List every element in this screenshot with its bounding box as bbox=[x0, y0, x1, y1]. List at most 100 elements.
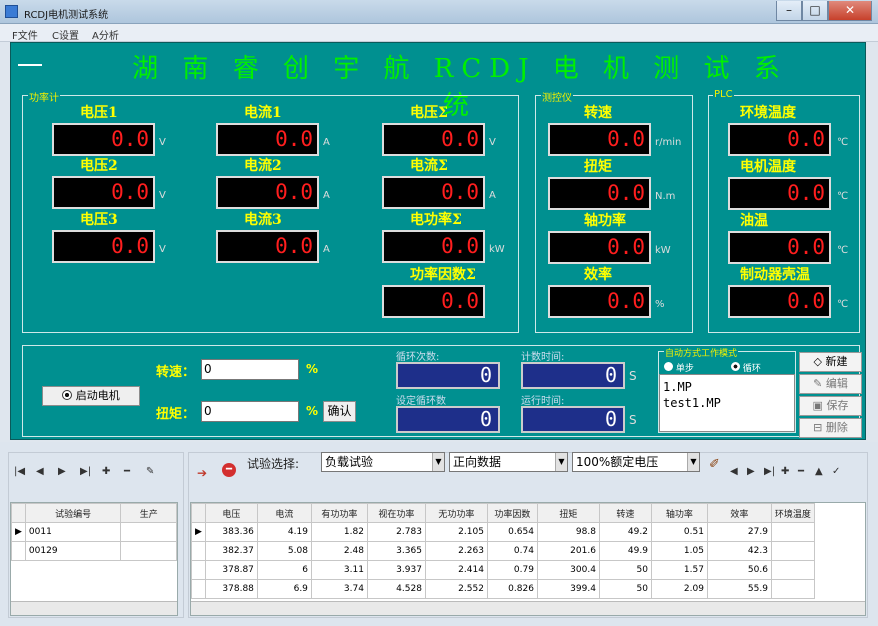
move-up-icon[interactable]: ▲ bbox=[815, 466, 823, 477]
column-header[interactable]: 试验编号 bbox=[24, 503, 122, 523]
collapse-dash[interactable] bbox=[18, 64, 42, 66]
next-record-icon[interactable]: ▶ bbox=[747, 466, 755, 477]
delete-button[interactable]: ⊟ 删除 bbox=[799, 418, 862, 438]
list-item[interactable]: 1.MP bbox=[663, 379, 791, 395]
list-item[interactable]: test1.MP bbox=[663, 395, 791, 411]
left-scrollbar[interactable] bbox=[11, 601, 177, 615]
table-cell[interactable]: 4.528 bbox=[366, 579, 426, 599]
table-cell[interactable]: 1.05 bbox=[650, 541, 708, 561]
table-cell[interactable]: 50.6 bbox=[706, 560, 772, 580]
data-direction-select[interactable]: 正向数据 ▼ bbox=[449, 452, 568, 472]
table-cell[interactable]: 382.37 bbox=[204, 541, 258, 561]
table-cell[interactable]: 98.8 bbox=[536, 522, 600, 542]
table-cell[interactable]: 0.654 bbox=[486, 522, 538, 542]
table-cell[interactable]: 2.105 bbox=[424, 522, 488, 542]
table-cell[interactable]: 3.74 bbox=[310, 579, 368, 599]
new-button[interactable]: ◇ 新建 bbox=[799, 352, 862, 372]
check-icon[interactable]: ✓ bbox=[832, 466, 840, 477]
table-row[interactable]: 382.37 5.08 2.48 3.365 2.263 0.74 201.6 49.9 1.0… bbox=[191, 541, 815, 561]
next-record-icon[interactable]: ▶ bbox=[58, 466, 66, 477]
table-cell[interactable]: 3.11 bbox=[310, 560, 368, 580]
table-cell[interactable]: 2.48 bbox=[310, 541, 368, 561]
table-cell[interactable]: 201.6 bbox=[536, 541, 600, 561]
table-cell[interactable]: 300.4 bbox=[536, 560, 600, 580]
table-cell[interactable]: 0.79 bbox=[486, 560, 538, 580]
column-header[interactable]: 电流 bbox=[256, 503, 312, 523]
prev-record-icon[interactable]: ◀ bbox=[36, 466, 44, 477]
table-cell[interactable]: 378.87 bbox=[204, 560, 258, 580]
table-cell[interactable]: 00129 bbox=[24, 541, 122, 561]
menu-settings[interactable]: C设置 bbox=[52, 27, 79, 42]
column-header[interactable]: 视在功率 bbox=[366, 503, 426, 523]
table-cell[interactable]: 2.783 bbox=[366, 522, 426, 542]
column-header[interactable]: 有功功率 bbox=[310, 503, 368, 523]
table-cell[interactable]: 49.9 bbox=[598, 541, 652, 561]
last-record-icon[interactable]: ▶| bbox=[764, 466, 775, 477]
torque-input[interactable]: 0 bbox=[201, 401, 299, 422]
remove-record-icon[interactable]: ━ bbox=[124, 466, 130, 477]
table-cell[interactable]: 4.19 bbox=[256, 522, 312, 542]
table-cell[interactable]: 0.51 bbox=[650, 522, 708, 542]
right-scrollbar[interactable] bbox=[191, 601, 865, 615]
table-cell[interactable] bbox=[770, 522, 815, 542]
table-cell[interactable] bbox=[770, 579, 815, 599]
table-cell[interactable]: 2.414 bbox=[424, 560, 488, 580]
column-header[interactable]: 无功功率 bbox=[424, 503, 488, 523]
table-cell[interactable]: 5.08 bbox=[256, 541, 312, 561]
column-header[interactable]: 功率因数 bbox=[486, 503, 538, 523]
table-cell[interactable]: 3.937 bbox=[366, 560, 426, 580]
table-row[interactable]: ▶ 383.36 4.19 1.82 2.783 2.105 0.654 98.8 49.2 0.… bbox=[191, 522, 815, 542]
menu-analysis[interactable]: A分析 bbox=[92, 27, 119, 42]
table-cell[interactable]: 3.365 bbox=[366, 541, 426, 561]
column-header[interactable]: 电压 bbox=[204, 503, 258, 523]
stop-icon[interactable]: ━ bbox=[222, 463, 236, 477]
table-cell[interactable]: 2.552 bbox=[424, 579, 488, 599]
add-record-icon[interactable]: ✚ bbox=[781, 466, 789, 477]
table-cell[interactable]: 50 bbox=[598, 560, 652, 580]
table-cell[interactable]: 55.9 bbox=[706, 579, 772, 599]
table-cell[interactable] bbox=[120, 541, 177, 561]
edit-record-icon[interactable]: ✎ bbox=[146, 466, 154, 477]
add-record-icon[interactable]: ✚ bbox=[102, 466, 110, 477]
start-motor-button[interactable]: 启动电机 bbox=[42, 386, 140, 406]
table-cell[interactable] bbox=[770, 560, 815, 580]
table-cell[interactable]: 6 bbox=[256, 560, 312, 580]
column-header[interactable]: 生产 bbox=[120, 503, 177, 523]
speed-input[interactable]: 0 bbox=[201, 359, 299, 380]
table-cell[interactable]: 0011 bbox=[24, 522, 122, 542]
table-row[interactable]: 378.87 6 3.11 3.937 2.414 0.79 300.4 50 1.57 50.6 bbox=[191, 560, 815, 580]
minimize-button[interactable]: – bbox=[776, 1, 802, 21]
table-row[interactable]: 378.88 6.9 3.74 4.528 2.552 0.826 399.4 50 2.09 5… bbox=[191, 579, 815, 599]
remove-record-icon[interactable]: ━ bbox=[798, 466, 804, 477]
table-cell[interactable]: 383.36 bbox=[204, 522, 258, 542]
table-cell[interactable]: 0.74 bbox=[486, 541, 538, 561]
column-header[interactable]: 效率 bbox=[706, 503, 772, 523]
save-button[interactable]: ▣ 保存 bbox=[799, 396, 862, 416]
test-type-select[interactable]: 负载试验 ▼ bbox=[321, 452, 445, 472]
table-cell[interactable] bbox=[770, 541, 815, 561]
first-record-icon[interactable]: |◀ bbox=[14, 466, 25, 477]
table-cell[interactable]: 42.3 bbox=[706, 541, 772, 561]
table-cell[interactable]: 6.9 bbox=[256, 579, 312, 599]
table-cell[interactable]: 49.2 bbox=[598, 522, 652, 542]
table-cell[interactable]: 1.82 bbox=[310, 522, 368, 542]
table-cell[interactable]: 399.4 bbox=[536, 579, 600, 599]
column-header[interactable]: 环境温度 bbox=[770, 503, 815, 523]
table-cell[interactable]: 50 bbox=[598, 579, 652, 599]
mode-loop-radio[interactable]: 循环 bbox=[731, 361, 761, 374]
confirm-button[interactable]: 确认 bbox=[323, 401, 356, 422]
table-cell[interactable] bbox=[120, 522, 177, 542]
menu-file[interactable]: F文件 bbox=[12, 27, 38, 42]
arrow-right-icon[interactable]: ➔ bbox=[197, 466, 207, 480]
maximize-button[interactable]: □ bbox=[802, 1, 828, 21]
table-row[interactable]: ▶ 0011 bbox=[11, 522, 177, 542]
program-file-list[interactable]: 1.MP test1.MP bbox=[659, 374, 795, 432]
column-header[interactable]: 转速 bbox=[598, 503, 652, 523]
table-cell[interactable]: 2.09 bbox=[650, 579, 708, 599]
voltage-select[interactable]: 100%额定电压 ▼ bbox=[572, 452, 700, 472]
prev-record-icon[interactable]: ◀ bbox=[730, 466, 738, 477]
table-cell[interactable]: 1.57 bbox=[650, 560, 708, 580]
brush-icon[interactable]: ✐ bbox=[709, 457, 720, 472]
table-cell[interactable]: 0.826 bbox=[486, 579, 538, 599]
last-record-icon[interactable]: ▶| bbox=[80, 466, 91, 477]
